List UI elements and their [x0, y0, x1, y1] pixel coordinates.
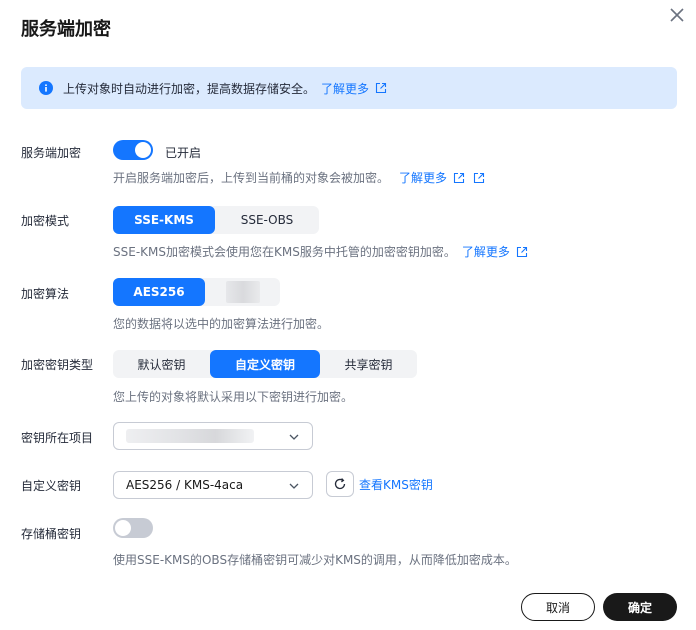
external-link-icon: [375, 82, 387, 94]
mode-option-sse-kms[interactable]: SSE-KMS: [113, 206, 215, 234]
encryption-label: 服务端加密: [21, 146, 82, 160]
algorithm-segmented-control: AES256: [113, 278, 280, 306]
refresh-keys-button[interactable]: [326, 471, 354, 497]
redacted-option: [225, 281, 260, 303]
mode-hint-text: SSE-KMS加密模式会使用您在KMS服务中托管的加密密钥加密。: [113, 245, 456, 259]
close-icon[interactable]: [667, 5, 687, 25]
mode-hint: SSE-KMS加密模式会使用您在KMS服务中托管的加密密钥加密。 了解更多: [113, 243, 528, 260]
info-banner: 上传对象时自动进行加密，提高数据存储安全。 了解更多: [21, 67, 677, 109]
project-label: 密钥所在项目: [21, 431, 94, 445]
external-link-icon: [473, 172, 485, 183]
encryption-toggle[interactable]: [113, 140, 153, 160]
encryption-learn-more-label: 了解更多: [399, 171, 448, 185]
external-link-icon: [453, 172, 465, 183]
key-type-hint: 您上传的对象将默认采用以下密钥进行加密。: [113, 390, 354, 404]
view-kms-keys-link[interactable]: 查看KMS密钥: [359, 476, 433, 493]
info-icon: [39, 81, 53, 95]
mode-segmented-control: SSE-KMS SSE-OBS: [113, 206, 319, 234]
cancel-button[interactable]: 取消: [521, 593, 595, 621]
external-link-icon: [516, 246, 527, 257]
mode-learn-more-label: 了解更多: [461, 245, 510, 259]
algorithm-hint: 您的数据将以选中的加密算法进行加密。: [113, 317, 330, 331]
key-type-option-shared[interactable]: 共享密钥: [320, 350, 417, 378]
chevron-down-icon: [289, 483, 299, 489]
custom-key-value: AES256 / KMS-4aca: [126, 478, 244, 492]
bucket-key-label: 存储桶密钥: [21, 527, 82, 541]
learn-more-label: 了解更多: [321, 81, 370, 96]
algorithm-option-redacted[interactable]: [205, 278, 280, 306]
confirm-button[interactable]: 确定: [603, 593, 677, 621]
toggle-knob: [135, 142, 151, 158]
project-select[interactable]: [113, 422, 313, 450]
algorithm-option-aes256[interactable]: AES256: [113, 278, 205, 306]
algorithm-label: 加密算法: [21, 287, 70, 301]
dialog-title: 服务端加密: [21, 19, 111, 40]
encryption-learn-more-link[interactable]: 了解更多: [399, 169, 485, 186]
encryption-hint-text: 开启服务端加密后，上传到当前桶的对象会被加密。: [113, 171, 390, 185]
key-type-label: 加密密钥类型: [21, 358, 94, 372]
mode-learn-more-link[interactable]: 了解更多: [462, 243, 528, 260]
learn-more-link[interactable]: 了解更多: [321, 80, 387, 97]
mode-label: 加密模式: [21, 214, 70, 228]
bucket-key-toggle[interactable]: [113, 518, 153, 538]
bucket-key-hint: 使用SSE-KMS的OBS存储桶密钥可减少对KMS的调用，从而降低加密成本。: [113, 553, 517, 567]
mode-option-sse-obs[interactable]: SSE-OBS: [215, 206, 319, 234]
chevron-down-icon: [289, 434, 299, 440]
refresh-icon: [334, 478, 346, 490]
key-type-option-default[interactable]: 默认密钥: [113, 350, 210, 378]
server-side-encryption-dialog: 服务端加密 上传对象时自动进行加密，提高数据存储安全。 了解更多 服务端加密 已…: [0, 0, 696, 630]
key-type-segmented-control: 默认密钥 自定义密钥 共享密钥: [113, 350, 417, 378]
encryption-state: 已开启: [165, 146, 202, 160]
project-value-redacted: [126, 429, 254, 443]
encryption-hint: 开启服务端加密后，上传到当前桶的对象会被加密。 了解更多: [113, 169, 485, 186]
custom-key-label: 自定义密钥: [21, 479, 82, 493]
info-banner-text: 上传对象时自动进行加密，提高数据存储安全。: [63, 81, 316, 96]
toggle-knob: [115, 520, 131, 536]
custom-key-select[interactable]: AES256 / KMS-4aca: [113, 471, 313, 499]
key-type-option-custom[interactable]: 自定义密钥: [210, 350, 320, 378]
